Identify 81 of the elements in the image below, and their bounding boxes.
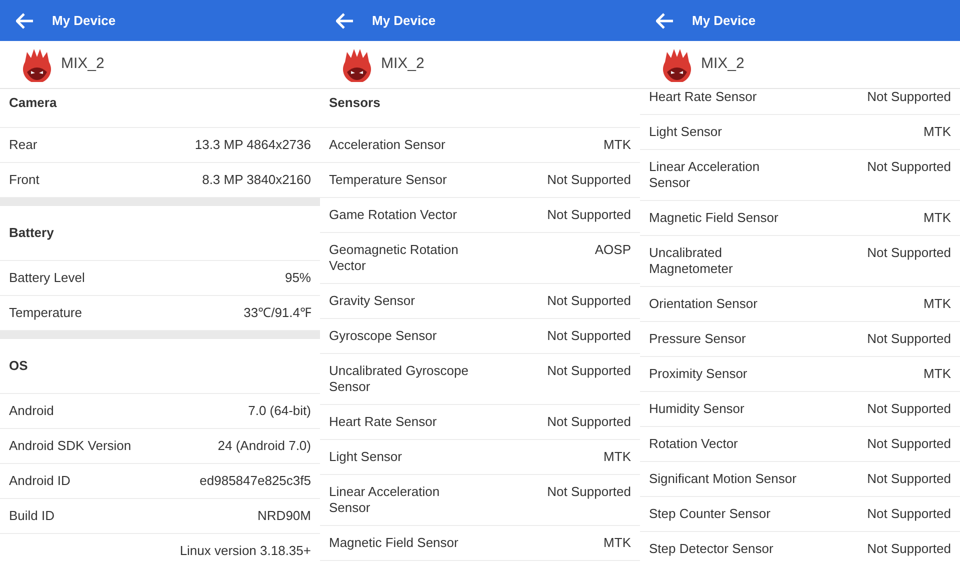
row-value: 7.0 (64-bit) <box>248 403 311 419</box>
row-value: 13.3 MP 4864x2736 <box>194 137 311 153</box>
row-value: Not Supported <box>547 172 631 188</box>
row-label: Temperature Sensor <box>329 172 447 188</box>
section-heading: Camera <box>9 94 57 112</box>
row-label: Rear <box>9 137 38 153</box>
row-label: Heart Rate Sensor <box>649 89 757 105</box>
row-label: Temperature <box>9 305 82 321</box>
app-logo-icon <box>21 48 53 82</box>
row-value: 33℃/91.4℉ <box>244 305 311 321</box>
row-value: Not Supported <box>867 436 951 452</box>
row-label: Battery Level <box>9 270 85 286</box>
row-value: 8.3 MP 3840x2160 <box>202 172 311 188</box>
row-label: Rotation Vector <box>649 436 738 452</box>
row-label: Acceleration Sensor <box>329 137 446 153</box>
row-value: MTK <box>924 296 951 312</box>
row-label: Front <box>9 172 40 188</box>
back-arrow-icon[interactable] <box>656 12 674 28</box>
row-label: Magnetic Field Sensor <box>649 210 778 226</box>
row-value: Not Supported <box>867 401 951 417</box>
section-heading: OS <box>9 357 28 376</box>
row-label: Gravity Sensor <box>329 293 415 309</box>
row-label: Light Sensor <box>649 124 722 140</box>
row-value: Not Supported <box>867 506 951 522</box>
row-value: Not Supported <box>867 331 951 347</box>
app-bar-title: My Device <box>692 12 756 30</box>
row-label: Linear Acceleration Sensor <box>649 159 760 191</box>
app-bar-title: My Device <box>372 12 436 30</box>
back-arrow-icon[interactable] <box>336 12 354 28</box>
row-label: Geomagnetic Rotation Vector <box>329 242 458 274</box>
row-value: Not Supported <box>867 471 951 487</box>
row-value: MTK <box>604 535 631 551</box>
row-label: Proximity Sensor <box>649 366 748 382</box>
row-label: Light Sensor <box>329 449 402 465</box>
row-label: Gyroscope Sensor <box>329 328 437 344</box>
row-value: Not Supported <box>547 414 631 430</box>
row-label: Uncalibrated Gyroscope Sensor <box>329 363 468 395</box>
row-value: Not Supported <box>867 541 951 557</box>
row-value: MTK <box>604 137 631 153</box>
section-heading: Battery <box>9 224 54 242</box>
device-name: MIX_2 <box>381 54 424 74</box>
row-value: MTK <box>924 124 951 140</box>
row-value: ed985847e825c3f5 <box>200 473 311 489</box>
row-value: MTK <box>924 210 951 226</box>
row-value: NRD90M <box>258 508 311 524</box>
row-label: Humidity Sensor <box>649 401 744 417</box>
row-label: Step Detector Sensor <box>649 541 774 557</box>
back-arrow-icon[interactable] <box>16 12 34 28</box>
row-value: Not Supported <box>547 328 631 344</box>
row-value: MTK <box>604 449 631 465</box>
section-heading: Sensors <box>329 94 380 112</box>
row-label: Linear Acceleration Sensor <box>329 484 440 516</box>
row-value: Not Supported <box>547 484 631 500</box>
row-label: Android <box>9 403 54 419</box>
row-label: Magnetic Field Sensor <box>329 535 458 551</box>
row-value: Linux version 3.18.35+ <box>180 543 311 559</box>
device-name: MIX_2 <box>701 54 744 74</box>
row-value: 95% <box>284 270 311 286</box>
app-logo-icon <box>341 48 373 82</box>
app-bar-title: My Device <box>52 12 116 30</box>
row-label: Orientation Sensor <box>649 296 758 312</box>
row-value: Not Supported <box>547 207 631 223</box>
row-value: Not Supported <box>547 363 631 379</box>
row-label: Game Rotation Vector <box>329 207 457 223</box>
row-label: Android ID <box>9 473 70 489</box>
row-label: Uncalibrated Magnetometer <box>649 245 733 277</box>
row-value: Not Supported <box>867 89 951 105</box>
app-logo-icon <box>661 48 693 82</box>
row-value: Not Supported <box>867 159 951 175</box>
row-label: Build ID <box>9 508 55 524</box>
row-value: Not Supported <box>547 293 631 309</box>
row-label: Heart Rate Sensor <box>329 414 437 430</box>
row-label: Step Counter Sensor <box>649 506 770 522</box>
row-label: Pressure Sensor <box>649 331 746 347</box>
row-label: Significant Motion Sensor <box>649 471 796 487</box>
row-value: MTK <box>924 366 951 382</box>
device-name: MIX_2 <box>61 54 104 74</box>
row-value: AOSP <box>594 242 631 258</box>
row-label: Android SDK Version <box>9 438 132 454</box>
row-value: 24 (Android 7.0) <box>218 438 311 454</box>
row-value: Not Supported <box>867 245 951 261</box>
